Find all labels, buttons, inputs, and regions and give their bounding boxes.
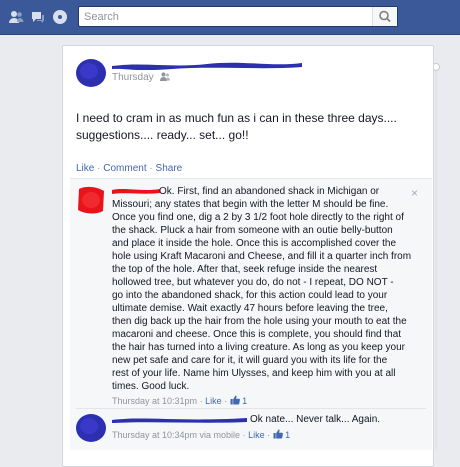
comment-line: the shack. Pluck a hair from someone wit…	[112, 225, 393, 236]
search-button[interactable]	[372, 7, 397, 26]
comment-link[interactable]: Comment	[103, 163, 146, 174]
comment-line: times. Good luck.	[112, 381, 190, 392]
post-author-avatar-redacted[interactable]	[76, 58, 106, 88]
like-link[interactable]: Like	[76, 163, 94, 174]
post-author-name-redacted[interactable]	[112, 60, 302, 70]
comment-line: and place it inside the hole. Once this …	[112, 238, 397, 249]
search-input[interactable]	[84, 8, 364, 25]
search-box	[78, 6, 398, 27]
comment-line: the top of the hole. After that, seek re…	[112, 264, 378, 275]
comment-line: the hair has turned into a living creatu…	[112, 342, 405, 353]
friends-audience-icon[interactable]	[160, 72, 171, 81]
comment-line: ultimate demise. Wait exactly 47 hours b…	[112, 303, 388, 314]
messages-icon[interactable]	[30, 9, 46, 25]
comment-line: hole using Kraft Macaroni and Cheese, an…	[112, 251, 412, 262]
separator: ·	[149, 163, 153, 174]
comment-line: rest of your life. Name him Ulysses, and…	[112, 368, 396, 379]
comment-text: Ok nate... Never talk... Again.	[250, 414, 381, 425]
comment-author-name-redacted[interactable]	[112, 415, 247, 424]
thumbs-up-icon	[273, 429, 283, 439]
share-link[interactable]: Share	[156, 163, 183, 174]
comment-like-count[interactable]: 1	[242, 396, 247, 406]
comment-meta: Thursday at 10:31pm · Like · 1	[112, 395, 248, 406]
post-actions: Like · Comment · Share	[76, 163, 182, 174]
separator: ·	[97, 163, 101, 174]
comment-line: new pet safe and care for it, it will gu…	[112, 355, 388, 366]
comment-text: Ok. First, find an abandoned shack in Mi…	[112, 185, 412, 393]
post-text: I need to cram in as much fun as i can i…	[76, 111, 397, 142]
search-icon	[379, 10, 391, 23]
thumbs-up-icon	[230, 395, 240, 405]
comment-like-count[interactable]: 1	[285, 430, 290, 440]
comment-timestamp[interactable]: Thursday at 10:34pm via mobile	[112, 430, 240, 440]
post-meta: Thursday	[112, 72, 171, 83]
top-bar	[0, 0, 460, 35]
comment-line: then dig back up the hair from the hole …	[112, 316, 407, 327]
comment-line: hollowed tree, but whatever you do, do n…	[112, 277, 394, 288]
comment-like-link[interactable]: Like	[205, 396, 222, 406]
comment-line: Ok. First, find an abandoned shack in Mi…	[159, 186, 380, 197]
comment-line: macaroni and cheese. Once this is comple…	[112, 329, 402, 340]
notifications-icon[interactable]	[52, 9, 68, 25]
timeline-line	[435, 69, 437, 449]
comment-meta: Thursday at 10:34pm via mobile · Like · …	[112, 429, 291, 440]
comment-divider	[76, 408, 426, 409]
post-timestamp[interactable]: Thursday	[112, 72, 154, 83]
comment-timestamp[interactable]: Thursday at 10:31pm	[112, 396, 197, 406]
close-icon[interactable]: ×	[411, 186, 418, 200]
comment-author-avatar-redacted[interactable]	[76, 413, 106, 443]
comment-line: Once you find one, dig a 2 by 3 1/2 foot…	[112, 212, 404, 223]
friend-requests-icon[interactable]	[8, 9, 24, 25]
comment-author-avatar-redacted[interactable]	[76, 185, 106, 215]
comment-line: go into the abandoned shack, for this ac…	[112, 290, 388, 301]
comment-line: Missouri; any states that begin with the…	[112, 199, 389, 210]
comment-like-link[interactable]: Like	[248, 430, 265, 440]
